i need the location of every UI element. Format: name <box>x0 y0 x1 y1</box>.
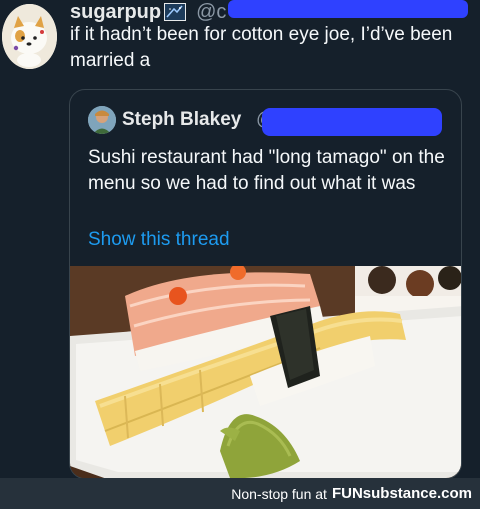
sushi-photo[interactable] <box>70 266 461 478</box>
show-thread-link[interactable]: Show this thread <box>88 229 230 251</box>
dog-avatar-icon[interactable] <box>2 4 57 69</box>
tweet-card: sugarpup @c if it hadn’t been for cotton… <box>0 0 480 479</box>
funsubstance-footer: Non-stop fun at FUNsubstance.com <box>0 478 480 509</box>
site-name-bold: FUN <box>331 485 363 502</box>
site-name[interactable]: FUNsubstance.com <box>332 485 472 502</box>
redaction-mark <box>228 0 468 18</box>
author-display-name[interactable]: sugarpup <box>70 1 161 24</box>
person-avatar-icon[interactable] <box>88 106 116 134</box>
footer-tagline: Non-stop fun at <box>231 485 327 502</box>
tweet-text: if it hadn’t been for cotton eye joe, I’… <box>70 24 453 71</box>
emoji-badge-icon <box>164 3 187 21</box>
quoted-tweet-text: Sushi restaurant had "long tamago" on th… <box>88 147 445 194</box>
quoted-author-name[interactable]: Steph Blakey <box>122 109 241 131</box>
quoted-tweet[interactable]: Steph Blakey @ Sushi restaurant had "lon… <box>69 89 462 479</box>
redaction-mark <box>262 108 442 136</box>
site-name-rest: substance.com <box>362 485 472 502</box>
author-handle[interactable]: @c <box>196 1 226 24</box>
author-name-row: sugarpup @c <box>70 0 226 24</box>
